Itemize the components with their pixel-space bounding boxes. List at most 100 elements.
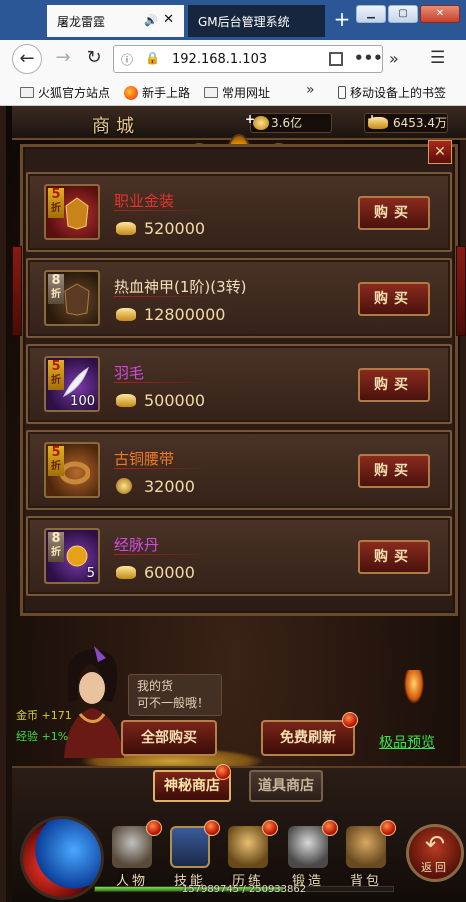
right-ribbon	[456, 246, 466, 336]
yin-yang-orb-icon[interactable]	[20, 816, 104, 900]
buy-button[interactable]: 购买	[358, 282, 430, 316]
buy-button[interactable]: 购买	[358, 454, 430, 488]
item-icon-meridian-pill[interactable]: 8折 5	[44, 528, 100, 584]
dock-character-button[interactable]: 人物	[106, 826, 158, 892]
minimize-button[interactable]: ▁	[356, 5, 386, 23]
window-close-button[interactable]: ✕	[420, 5, 460, 23]
dock-forge-button[interactable]: 锻造	[282, 826, 334, 892]
tab-close-icon[interactable]: ✕	[163, 12, 174, 27]
tab-gm-admin-title: GM后台管理系统	[198, 14, 290, 29]
page-actions-icon[interactable]: •••	[354, 49, 383, 67]
url-bar[interactable]: ⓘ 🔒 192.168.1.103 •••	[113, 45, 383, 73]
dock-badge	[322, 820, 338, 836]
bookmark-mobile[interactable]: 移动设备上的书签	[338, 84, 446, 101]
item-price: 60000	[144, 563, 195, 582]
armor-icon	[64, 283, 90, 316]
item-name: 羽毛	[114, 364, 145, 382]
top-item-preview-link[interactable]: 极品预览	[379, 732, 435, 752]
bookmark-label: 常用网址	[222, 86, 271, 100]
name-underline	[114, 468, 210, 469]
shop-title: 商城	[92, 116, 140, 137]
item-name: 古铜腰带	[114, 450, 175, 468]
tab-gm-admin[interactable]: GM后台管理系统	[188, 5, 325, 37]
firefox-icon	[124, 85, 138, 100]
belt-icon	[60, 461, 90, 485]
bookmarks-overflow-icon[interactable]: »	[306, 82, 315, 98]
maximize-button[interactable]: ▢	[388, 5, 418, 23]
hamburger-menu-icon[interactable]: ☰	[430, 48, 445, 68]
tab-prop-shop[interactable]: 道具商店	[249, 770, 323, 802]
new-tab-button[interactable]: +	[330, 8, 354, 32]
dock-bag-button[interactable]: 背包	[340, 826, 392, 892]
item-icon-bronze-belt[interactable]: 5折	[44, 442, 100, 498]
item-price: 520000	[144, 219, 206, 238]
name-underline	[114, 210, 210, 211]
exp-gain-note: 经验 +1%	[16, 730, 69, 743]
item-name: 职业金装	[114, 192, 175, 210]
item-price: 500000	[144, 391, 206, 410]
panel-close-button[interactable]: ✕	[428, 140, 452, 164]
return-arrow-icon: ↶	[424, 830, 446, 858]
buy-button[interactable]: 购买	[358, 368, 430, 402]
dock-training-button[interactable]: 历练	[222, 826, 274, 892]
left-ribbon	[12, 246, 22, 336]
discount-badge: 8折	[48, 274, 64, 304]
dock-badge	[262, 820, 278, 836]
bookmark-common-sites[interactable]: 常用网址	[204, 84, 270, 101]
gold-ingot-icon	[116, 566, 136, 579]
item-icon-gold-armor[interactable]: 5折	[44, 184, 100, 240]
forward-button[interactable]: →	[48, 44, 78, 74]
item-price: 32000	[144, 477, 195, 496]
browser-titlebar: 屠龙雷霆 🔊 ✕ GM后台管理系统 + ▁ ▢ ✕	[0, 0, 466, 40]
reload-button[interactable]: ↻	[79, 44, 109, 74]
overflow-chevron-icon[interactable]: »	[389, 49, 399, 68]
dock-skills-button[interactable]: 技能	[164, 826, 216, 892]
bookmark-label: 移动设备上的书签	[350, 86, 447, 100]
shop-item: 5折 古铜腰带 32000 购买	[26, 430, 452, 510]
bookmark-getting-started[interactable]: 新手上路	[124, 84, 190, 101]
item-quantity: 5	[86, 566, 95, 581]
bookmark-firefox-official[interactable]: 火狐官方站点	[20, 84, 110, 101]
ingot-amount: 6453.4万	[393, 116, 447, 130]
buy-button[interactable]: 购买	[358, 196, 430, 230]
discount-badge: 5折	[48, 188, 64, 218]
ingot-balance: + 6453.4万	[364, 112, 448, 133]
item-quantity: 100	[70, 394, 95, 409]
tab-game[interactable]: 屠龙雷霆 🔊 ✕	[47, 5, 184, 37]
insecure-lock-icon[interactable]: 🔒	[145, 51, 160, 65]
dock-badge	[204, 820, 220, 836]
skill-book-icon	[170, 826, 210, 868]
gold-ingot-icon	[116, 394, 136, 407]
name-underline	[114, 554, 210, 555]
return-button[interactable]: ↶ 返回	[406, 824, 464, 882]
discount-badge: 5折	[48, 446, 64, 476]
window-controls: ▁ ▢ ✕	[356, 5, 460, 23]
armor-icon	[65, 197, 89, 230]
buy-button[interactable]: 购买	[358, 540, 430, 574]
bookmark-label: 火狐官方站点	[38, 86, 111, 100]
anvil-icon	[288, 826, 328, 868]
mobile-device-icon	[338, 86, 346, 99]
site-info-icon[interactable]: ⓘ	[121, 51, 133, 68]
back-button[interactable]: ←	[12, 44, 42, 74]
browser-navbar: ← → ↻ ⓘ 🔒 192.168.1.103 ••• » ☰	[0, 40, 466, 78]
folder-icon	[204, 87, 218, 98]
url-text[interactable]: 192.168.1.103	[172, 52, 267, 67]
qr-code-icon[interactable]	[329, 52, 343, 66]
shop-item: 8折 5 经脉丹 60000 购买	[26, 516, 452, 596]
discount-badge: 5折	[48, 360, 64, 390]
free-refresh-button[interactable]: 免费刷新	[261, 720, 355, 756]
gold-ingot-icon	[116, 222, 136, 235]
shop-item: 5折 职业金装 520000 购买	[26, 172, 452, 252]
npc-speech-bubble: 我的货 可不一般哦！	[128, 674, 222, 716]
bookmarks-bar: 火狐官方站点 新手上路 常用网址 » 移动设备上的书签	[0, 78, 466, 106]
torch-icon	[404, 670, 424, 704]
dock-badge	[146, 820, 162, 836]
item-price: 12800000	[144, 305, 226, 324]
item-icon-blood-armor[interactable]: 8折	[44, 270, 100, 326]
item-icon-feather[interactable]: 5折 100	[44, 356, 100, 412]
speaker-icon[interactable]: 🔊	[144, 14, 158, 27]
item-name: 经脉丹	[114, 536, 160, 554]
buy-all-button[interactable]: 全部购买	[121, 720, 217, 756]
name-underline	[114, 382, 210, 383]
